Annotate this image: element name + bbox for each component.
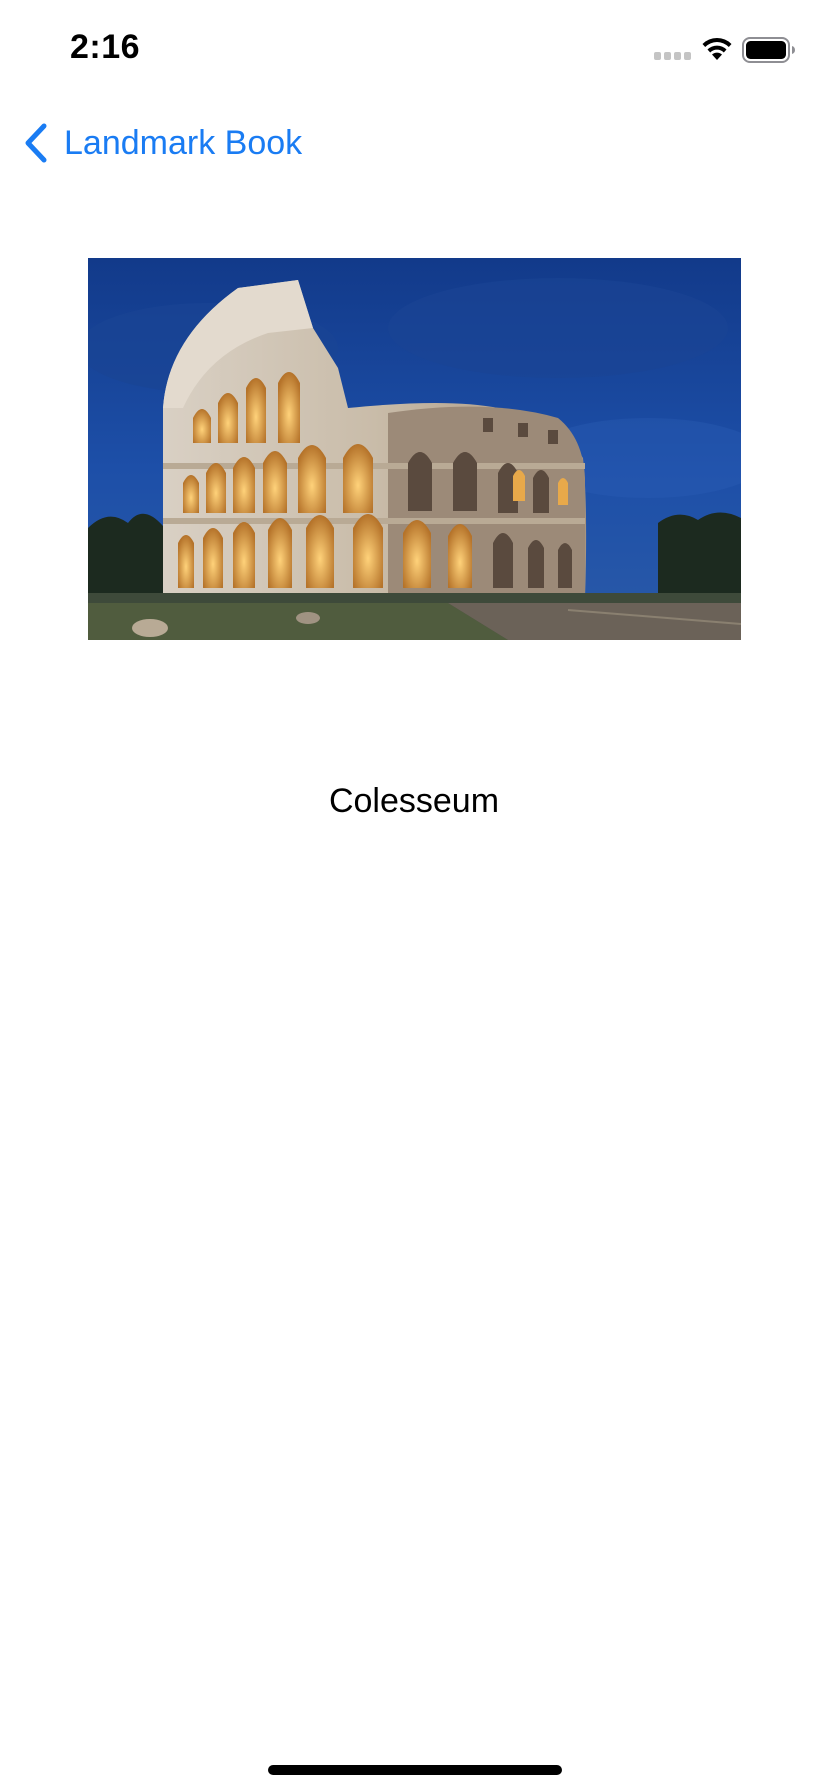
landmark-name-label: Colesseum — [328, 782, 500, 820]
cellular-signal-icon — [654, 52, 692, 62]
battery-icon — [742, 37, 795, 63]
landmark-image — [88, 258, 741, 640]
back-button-label: Landmark Book — [64, 124, 303, 162]
back-button[interactable]: Landmark Book — [22, 118, 302, 168]
navigation-bar: Landmark Book — [0, 100, 828, 188]
wifi-icon — [702, 37, 732, 60]
landmark-detail-screen: 2:16 Landmark Book Colesseum — [0, 0, 828, 1792]
colosseum-photo — [88, 258, 741, 640]
status-bar: 2:16 — [0, 0, 828, 96]
status-time: 2:16 — [70, 28, 141, 66]
home-indicator[interactable] — [268, 1765, 562, 1775]
chevron-left-icon — [25, 123, 47, 163]
